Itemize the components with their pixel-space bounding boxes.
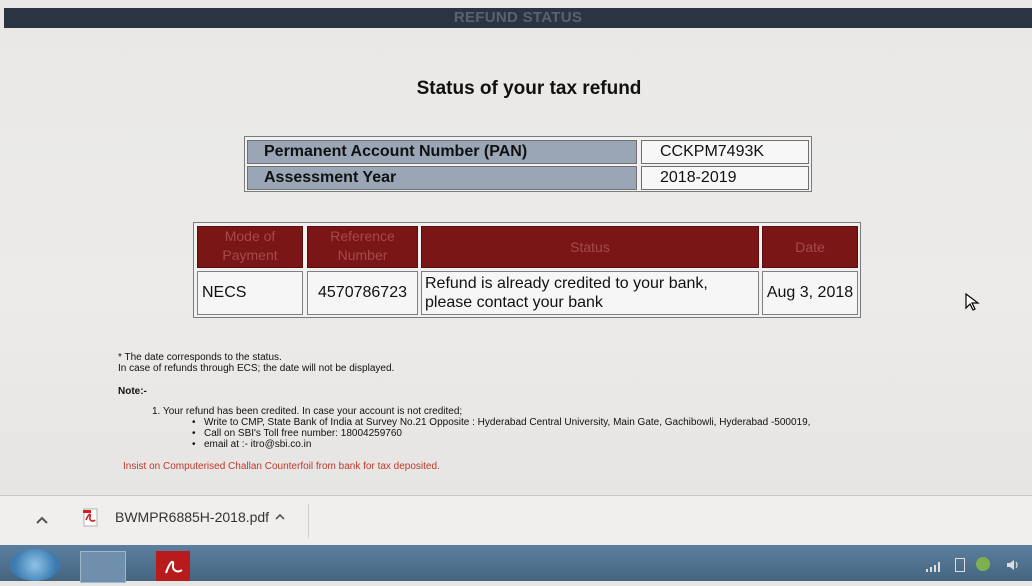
cell-status: Refund is already credited to your bank,… — [421, 271, 759, 315]
cell-reference-number: 4570786723 — [307, 271, 418, 315]
bullet-write-to: Write to CMP, State Bank of India at Sur… — [192, 417, 918, 428]
network-signal-icon[interactable] — [926, 559, 940, 572]
header-reference-line1: Reference — [330, 228, 395, 244]
download-bar: BWMPR6885H-2018.pdf — [0, 495, 1032, 546]
pan-info-table: Permanent Account Number (PAN) CCKPM7493… — [244, 136, 812, 192]
header-date: Date — [762, 226, 858, 268]
status-line1: Refund is already credited to your bank, — [425, 275, 708, 292]
bullet-email: email at :- itro@sbi.co.in — [192, 439, 918, 450]
header-mode-line1: Mode of — [224, 228, 276, 244]
start-button-icon[interactable] — [10, 549, 60, 581]
note-item: 1. Your refund has been credited. In cas… — [152, 406, 463, 417]
taskbar-acrobat-icon[interactable] — [156, 551, 190, 581]
expand-chevron-up-icon[interactable] — [34, 513, 50, 527]
header-mode-line2: Payment — [222, 247, 278, 263]
date-note-line1: * The date corresponds to the status. — [118, 352, 282, 363]
assessment-year-value: 2018-2019 — [641, 166, 809, 190]
header-reference-line2: Number — [337, 247, 388, 263]
insist-challan-note: Insist on Computerised Challan Counterfo… — [123, 461, 440, 472]
header-reference-number: Reference Number — [307, 226, 418, 268]
notes-section: * The date corresponds to the status. In… — [118, 352, 918, 472]
refund-status-table: Mode of Payment Reference Number Status … — [193, 222, 861, 318]
taskbar-explorer-icon[interactable] — [80, 551, 126, 583]
mouse-pointer-icon — [965, 292, 981, 311]
speaker-volume-icon[interactable] — [1006, 558, 1020, 570]
taskbar — [0, 545, 1032, 583]
download-filename: BWMPR6885H-2018.pdf — [115, 509, 270, 525]
assessment-year-label: Assessment Year — [247, 166, 637, 190]
title-bar: REFUND STATUS — [4, 8, 1032, 28]
assessment-year-row: Assessment Year 2018-2019 — [247, 166, 809, 190]
cell-mode-of-payment: NECS — [197, 271, 303, 315]
pdf-file-icon — [82, 508, 100, 528]
page-title: Status of your tax refund — [416, 78, 642, 99]
header-mode-of-payment: Mode of Payment — [197, 226, 303, 268]
cell-date: Aug 3, 2018 — [762, 271, 858, 315]
browser-page: REFUND STATUS Status of your tax refund … — [0, 0, 1032, 495]
download-item[interactable]: BWMPR6885H-2018.pdf — [72, 504, 309, 538]
download-options-chevron-icon[interactable] — [273, 510, 287, 522]
pan-label: Permanent Account Number (PAN) — [247, 140, 637, 164]
header-status: Status — [421, 226, 759, 268]
tray-app-icon[interactable] — [976, 557, 990, 571]
status-line2: please contact your bank — [425, 294, 603, 311]
contact-bullet-list: Write to CMP, State Bank of India at Sur… — [118, 417, 918, 450]
pan-row: Permanent Account Number (PAN) CCKPM7493… — [247, 140, 809, 164]
battery-icon[interactable] — [955, 558, 965, 572]
pan-value: CCKPM7493K — [641, 140, 809, 164]
bullet-call-on: Call on SBI's Toll free number: 18004259… — [192, 428, 918, 439]
note-label: Note:- — [118, 386, 147, 397]
page-header-title: REFUND STATUS — [453, 9, 583, 26]
date-note-line2: In case of refunds through ECS; the date… — [118, 363, 395, 374]
